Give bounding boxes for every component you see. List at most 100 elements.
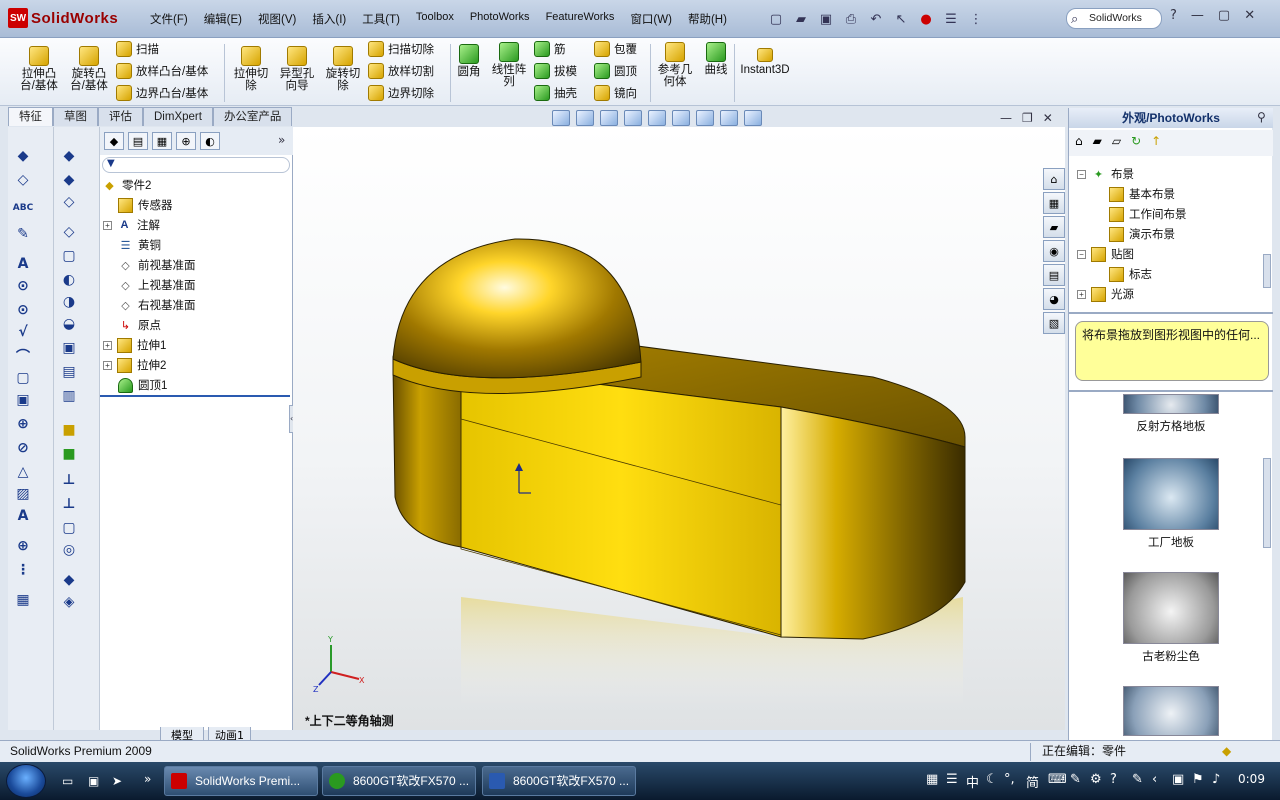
extrude-cut-button[interactable]: 拉伸切除 [230,46,272,92]
lofted-boss-icon[interactable]: ◇ [59,223,79,241]
rebuild-status-icon[interactable]: ◆ [1222,741,1231,762]
restore-icon[interactable]: ▢ [1218,8,1230,23]
zoom-to-area-icon[interactable] [576,110,594,126]
tree-item-sensors[interactable]: 传感器 [118,195,173,215]
deform-icon[interactable]: ⊥ [59,495,79,513]
shape-icon[interactable]: ■ [59,445,79,463]
property-manager-tab-icon[interactable]: ▤ [128,132,148,150]
previous-view-icon[interactable] [600,110,618,126]
search-results-icon[interactable]: ◉ [1043,240,1065,262]
shell-button[interactable]: 抽壳 [534,84,577,102]
swept-cut-side-icon[interactable]: ◑ [59,293,79,311]
lofted-cut-button[interactable]: 放样切割 [368,62,434,80]
ime-keyboard-icon[interactable]: ⌨ [1048,772,1067,787]
graphics-area[interactable]: Y X Z *上下二等角轴测 [293,127,1065,730]
close-icon[interactable]: ✕ [1244,8,1255,23]
search-input[interactable]: ⌕ SolidWorks [1066,8,1162,29]
volume-icon[interactable]: ♪ [1212,772,1220,787]
tree-item-right-plane[interactable]: ◇ 右视基准面 [118,295,195,315]
balloon-icon[interactable]: ⊙ [13,277,33,295]
tab-dimxpert[interactable]: DimXpert [143,107,213,126]
help-icon[interactable]: ? [1170,8,1177,23]
pane-divider[interactable] [1069,312,1273,314]
ime-punct-icon[interactable]: °, [1004,772,1015,787]
tree-item-front-plane[interactable]: ◇ 前视基准面 [118,255,195,275]
dimxpert-manager-tab-icon[interactable]: ⊕ [176,132,196,150]
revolved-boss-icon[interactable]: ◆ [59,171,79,189]
dome-button[interactable]: 圆顶 [594,62,637,80]
ime-mode-icon[interactable]: ☰ [946,772,958,787]
reference-geometry-button[interactable]: 参考几何体 [654,42,696,88]
revolve-cut-side-icon[interactable]: ◐ [59,271,79,289]
tree-item-origin[interactable]: ↳ 原点 [118,315,161,335]
network-icon[interactable]: ▣ [1172,772,1184,787]
shell-side-icon[interactable]: ▣ [59,339,79,357]
zoom-to-fit-icon[interactable] [552,110,570,126]
library-item-next[interactable] [1069,686,1273,740]
add-folder-icon[interactable]: ▰ [1093,134,1102,152]
menu-file[interactable]: 文件(F) [142,10,196,28]
draft-button[interactable]: 拔模 [534,62,577,80]
configuration-manager-tab-icon[interactable]: ▦ [152,132,172,150]
expand-icon[interactable]: + [103,220,112,230]
more-icon[interactable]: ⋮ [965,9,987,29]
ime-help-icon[interactable]: ? [1110,772,1117,787]
action-center-icon[interactable]: ⚑ [1192,772,1204,787]
library-scrollbar[interactable] [1263,458,1271,548]
move-copy-body-icon[interactable]: ◈ [59,593,79,611]
boundary-cut-button[interactable]: 边界切除 [368,84,434,102]
ime-chinese-icon[interactable]: 中 [966,772,979,791]
tree-item-extrude2[interactable]: + 拉伸2 [103,355,166,375]
tree-item-material[interactable]: ☰ 黄铜 [118,235,161,255]
scene-tree-item-scenes[interactable]: − ✦ 布景 [1077,164,1134,184]
menu-photoworks[interactable]: PhotoWorks [462,10,538,28]
ime-simplified[interactable]: 简 [1026,772,1039,791]
revolve-boss-button[interactable]: 旋转凸台/基体 [66,46,112,92]
table-icon[interactable]: ▦ [13,591,33,609]
menu-edit[interactable]: 编辑(E) [196,10,250,28]
draft-side-icon[interactable]: ▤ [59,363,79,381]
datum-target-icon[interactable]: ⊘ [13,439,33,457]
smart-dimension-icon[interactable]: ◆ [13,147,33,165]
scene-tree-item-studio[interactable]: 工作间布景 [1109,204,1187,224]
refresh-icon[interactable]: ↻ [1131,134,1141,152]
swept-cut-button[interactable]: 扫描切除 [368,40,434,58]
datum-feature-icon[interactable]: ⊕ [13,415,33,433]
tree-item-annotations[interactable]: + A 注解 [103,215,160,235]
quick-launch-icon[interactable]: ➤ [112,774,122,788]
library-item-checker-floor[interactable]: 反射方格地板 [1069,394,1273,434]
mirror-button[interactable]: 镜向 [594,84,637,102]
tab-sketch[interactable]: 草图 [53,107,98,126]
rollback-bar[interactable] [100,395,290,397]
hole-wizard-button[interactable]: 异型孔向导 [276,46,318,92]
display-manager-tab-icon[interactable]: ◐ [200,132,220,150]
linear-pattern-button[interactable]: 线性阵列 [488,42,530,88]
fillet-button[interactable]: 圆角 [454,44,484,78]
rib-side-icon[interactable]: ▥ [59,387,79,405]
home-icon[interactable]: ⌂ [1075,134,1083,152]
options-icon[interactable]: ☰ [940,9,962,29]
lofted-cut-side-icon[interactable]: ◒ [59,315,79,333]
curves-button[interactable]: 曲线 [700,42,732,76]
thicken-icon[interactable]: ▢ [59,247,79,265]
extrude-boss-button[interactable]: 拉伸凸台/基体 [16,46,62,92]
ime-toolbar-icon[interactable]: ▦ [926,772,938,787]
cosmetic-thread-icon[interactable]: △ [13,463,33,481]
undo-icon[interactable]: ↶ [865,9,887,29]
feature-tree-filter-input[interactable]: ▼ [102,157,290,173]
expand-panel-icon[interactable]: » [278,133,285,147]
tray-expand-icon[interactable]: ‹ [1152,772,1157,787]
pane-splitter[interactable] [1069,390,1273,392]
ime-extra-icon[interactable]: ✎ [1132,772,1143,787]
library-item-antique-dust[interactable]: 古老粉尘色 [1069,572,1273,664]
file-explorer-icon[interactable]: ▰ [1043,216,1065,238]
doc-close-icon[interactable]: ✕ [1043,111,1053,125]
auto-balloon-icon[interactable]: ⊙ [13,301,33,319]
tab-office-products[interactable]: 办公室产品 [212,107,293,126]
menu-view[interactable]: 视图(V) [250,10,304,28]
task-document[interactable]: 8600GT软改FX570 ... [482,766,636,796]
menu-toolbox[interactable]: Toolbox [408,10,462,28]
menu-window[interactable]: 窗口(W) [622,10,680,28]
library-item-factory-floor[interactable]: 工厂地板 [1069,458,1273,550]
wrap-button[interactable]: 包覆 [594,40,637,58]
